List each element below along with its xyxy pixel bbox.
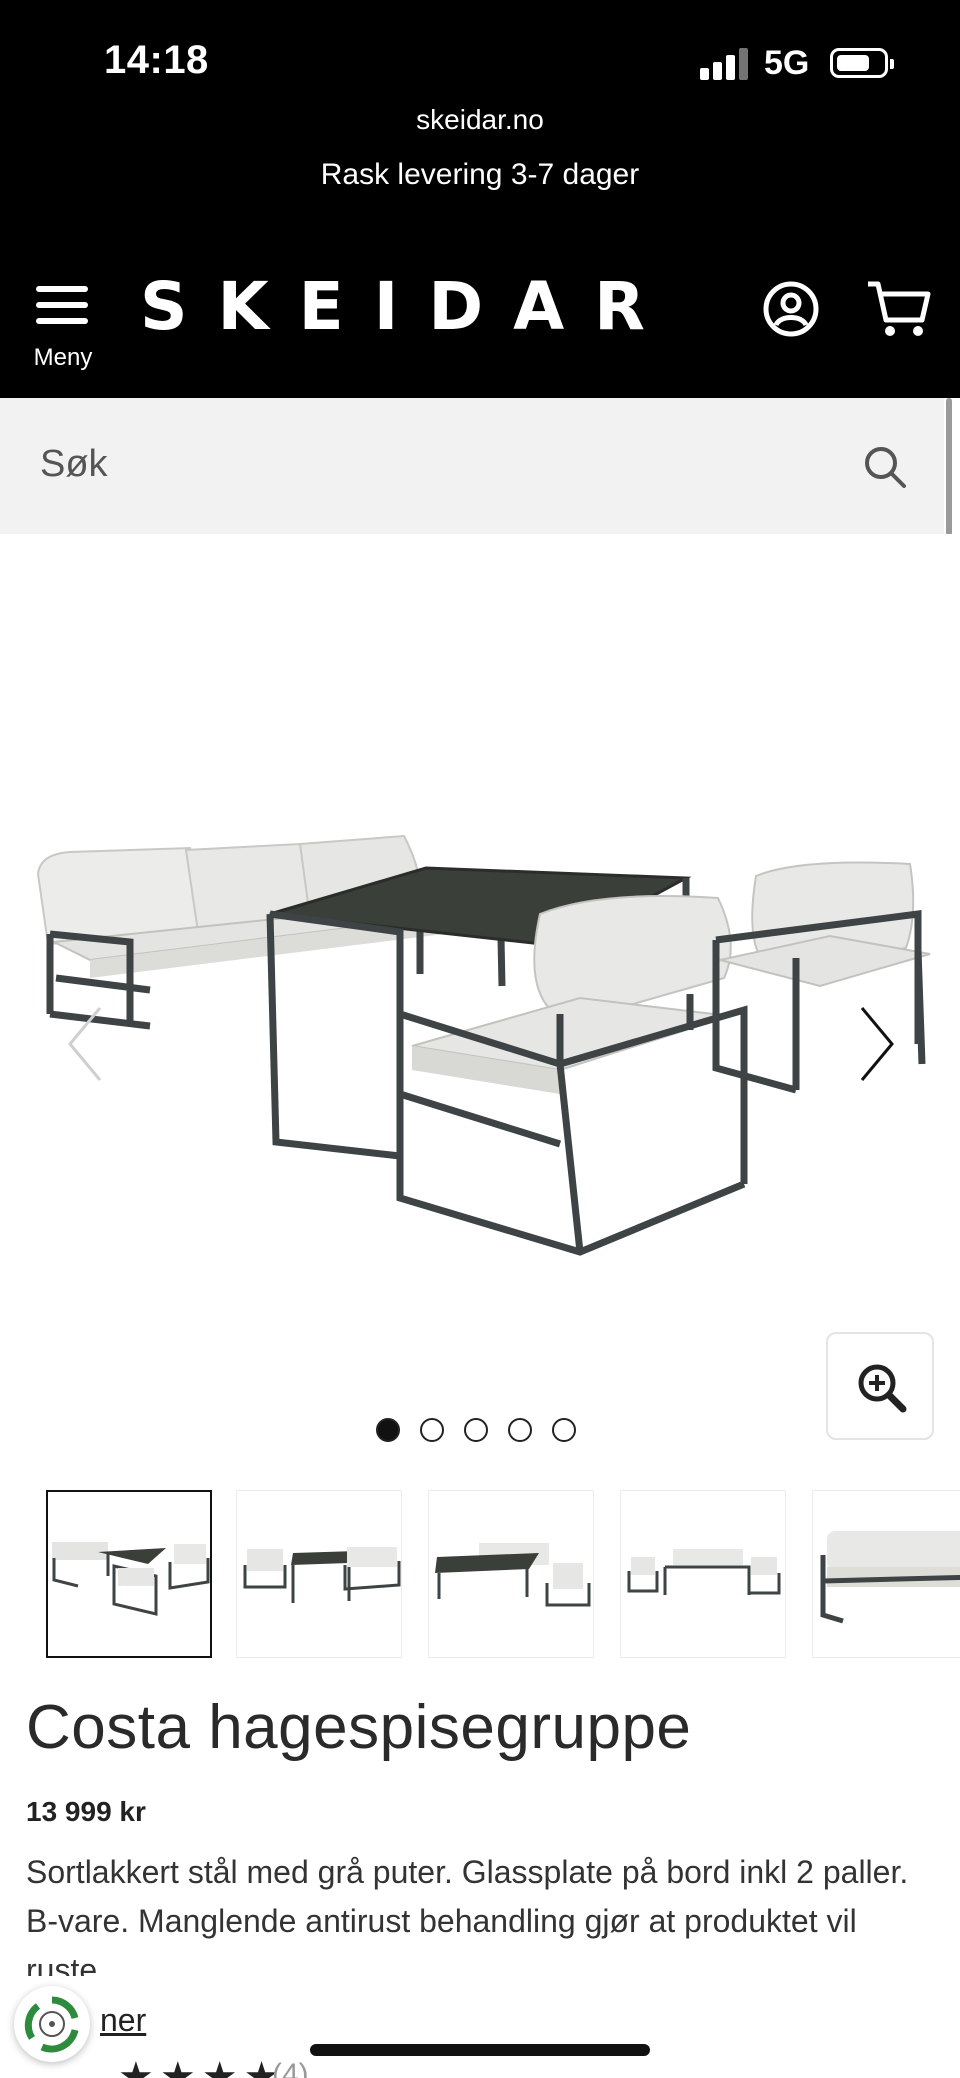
- product-image[interactable]: [0, 764, 960, 1324]
- search-input[interactable]: [40, 432, 820, 496]
- home-indicator[interactable]: [310, 2044, 650, 2056]
- search-icon[interactable]: [862, 444, 908, 490]
- review-count[interactable]: (4): [272, 2058, 309, 2078]
- site-header: 14:18 5G skeidar.no Rask levering 3-7 da…: [0, 0, 960, 398]
- battery-icon: [830, 48, 894, 78]
- thumbnail[interactable]: [236, 1490, 402, 1658]
- cart-icon: [868, 281, 931, 336]
- read-more-link[interactable]: ner: [100, 2002, 146, 2039]
- url-bar[interactable]: skeidar.no: [0, 104, 960, 136]
- gallery-dot[interactable]: [376, 1418, 400, 1442]
- thumbnail[interactable]: [46, 1490, 212, 1658]
- gallery-dots: [376, 1418, 576, 1446]
- chevron-right-icon[interactable]: [856, 1004, 896, 1084]
- gallery-dot[interactable]: [420, 1418, 444, 1442]
- hamburger-icon: [36, 286, 88, 292]
- thumbnail[interactable]: [812, 1490, 960, 1658]
- zoom-in-icon: [858, 1364, 907, 1413]
- gallery-dot[interactable]: [552, 1418, 576, 1442]
- menu-button[interactable]: Meny: [28, 282, 98, 378]
- gallery-dot[interactable]: [464, 1418, 488, 1442]
- chevron-left-icon[interactable]: [66, 1004, 106, 1084]
- cart-button[interactable]: [864, 278, 934, 340]
- search-bar: [0, 398, 944, 534]
- site-logo[interactable]: SKEIDAR: [140, 268, 675, 345]
- page-scrollbar[interactable]: [946, 398, 952, 546]
- product-price: 13 999 kr: [26, 1796, 146, 1827]
- thumbnail[interactable]: [428, 1490, 594, 1658]
- zoom-button[interactable]: [826, 1332, 934, 1440]
- account-icon: [763, 281, 819, 337]
- recycle-icon: [24, 1996, 79, 2053]
- account-button[interactable]: [762, 280, 820, 338]
- product-gallery: [0, 534, 960, 1464]
- gallery-dot[interactable]: [508, 1418, 532, 1442]
- thumbnail[interactable]: [620, 1490, 786, 1658]
- thumbnail-strip: [46, 1490, 960, 1658]
- status-time: 14:18: [104, 38, 209, 82]
- rating-stars[interactable]: ★★★★: [118, 2054, 285, 2078]
- promo-banner: Rask levering 3-7 dager: [320, 158, 640, 191]
- menu-label: Meny: [33, 344, 93, 371]
- product-title: Costa hagespisegruppe: [26, 1693, 692, 1762]
- network-label: 5G: [764, 44, 810, 82]
- signal-icon: [700, 48, 752, 80]
- product-description: Sortlakkert stål med grå puter. Glasspla…: [26, 1854, 909, 1976]
- eco-badge[interactable]: [14, 1986, 90, 2062]
